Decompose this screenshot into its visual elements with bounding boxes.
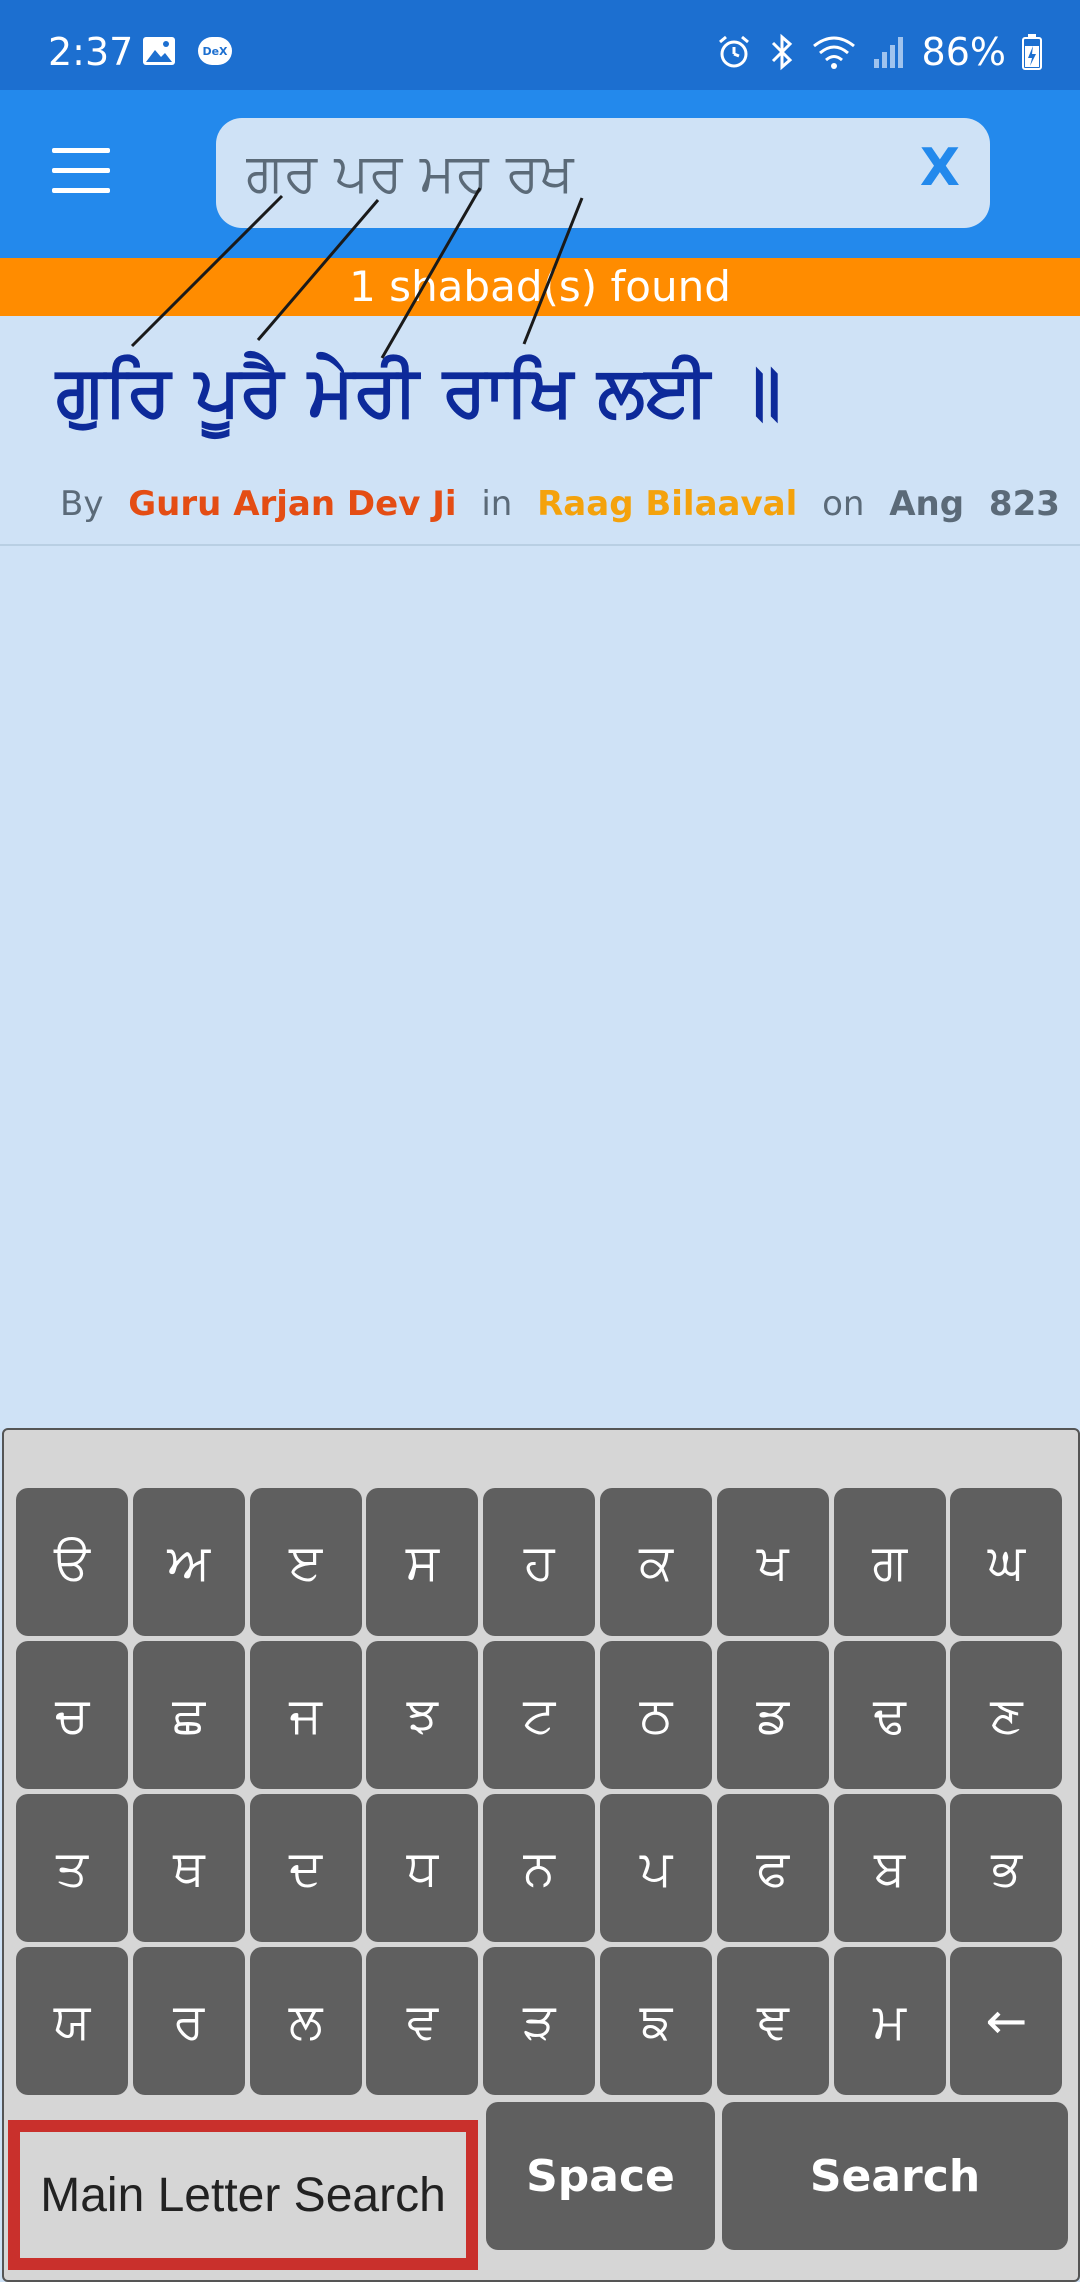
shabad-meta: By Guru Arjan Dev Ji in Raag Bilaaval on… bbox=[60, 484, 1074, 524]
letter-key[interactable]: ਧ bbox=[366, 1794, 479, 1942]
bluetooth-icon bbox=[771, 33, 792, 71]
letter-key[interactable]: ਰ bbox=[132, 1947, 245, 2095]
hamburger-menu-icon[interactable] bbox=[52, 148, 112, 194]
letter-key[interactable]: ਲ bbox=[249, 1947, 362, 2095]
letter-key[interactable]: ਵ bbox=[366, 1947, 479, 2095]
letter-key[interactable]: ਛ bbox=[132, 1641, 245, 1789]
search-input[interactable] bbox=[244, 128, 888, 218]
letter-key[interactable]: ਚ bbox=[16, 1641, 128, 1789]
raag-name: Raag Bilaaval bbox=[537, 484, 798, 524]
letter-key[interactable]: ਡ bbox=[716, 1641, 829, 1789]
letter-key[interactable]: ਥ bbox=[132, 1794, 245, 1942]
shabad-result[interactable]: ਗੁਰਿ ਪੂਰੈ ਮੇਰੀ ਰਾਖਿ ਲਈ ॥ By Guru Arjan D… bbox=[0, 316, 1080, 546]
app-header: X bbox=[0, 90, 1080, 258]
letter-key[interactable]: ਕ bbox=[600, 1488, 712, 1636]
search-key[interactable]: Search bbox=[722, 2102, 1068, 2250]
by-label: By bbox=[60, 484, 104, 524]
letter-key[interactable]: ਜ bbox=[249, 1641, 362, 1789]
letter-key[interactable]: ਣ bbox=[950, 1641, 1063, 1789]
letter-key[interactable]: ਝ bbox=[366, 1641, 479, 1789]
letter-key[interactable]: ਯ bbox=[16, 1947, 128, 2095]
letter-key[interactable]: ਅ bbox=[132, 1488, 245, 1636]
letter-key[interactable]: ਢ bbox=[833, 1641, 946, 1789]
gurmukhi-keyboard: Main Letter Search Space Search ੳਅੲਸਹਕਖਗ… bbox=[2, 1428, 1080, 2282]
letter-key[interactable]: ਹ bbox=[483, 1488, 596, 1636]
ang-label: Ang bbox=[889, 484, 965, 524]
letter-key[interactable]: ਖ bbox=[716, 1488, 829, 1636]
in-label: in bbox=[481, 484, 513, 524]
letter-key[interactable]: ਫ bbox=[716, 1794, 829, 1942]
backspace-key[interactable]: ← bbox=[950, 1947, 1063, 2095]
letter-key[interactable]: ਭ bbox=[950, 1794, 1063, 1942]
letter-key[interactable]: ਟ bbox=[483, 1641, 596, 1789]
ang-number: 823 bbox=[988, 484, 1060, 524]
on-label: on bbox=[822, 484, 865, 524]
results-count-banner: 1 shabad(s) found bbox=[0, 258, 1080, 316]
letter-key[interactable]: ਞ bbox=[716, 1947, 829, 2095]
main-letter-search-label: Main Letter Search bbox=[20, 2132, 466, 2258]
space-key[interactable]: Space bbox=[486, 2102, 715, 2250]
image-icon bbox=[143, 37, 175, 65]
wifi-icon bbox=[812, 36, 855, 69]
search-box: X bbox=[216, 118, 990, 228]
letter-key[interactable]: ਸ bbox=[366, 1488, 479, 1636]
letter-key[interactable]: ਬ bbox=[833, 1794, 946, 1942]
letter-key[interactable]: ੜ bbox=[483, 1947, 596, 2095]
dex-icon: DeX bbox=[198, 37, 232, 65]
letter-key[interactable]: ਦ bbox=[249, 1794, 362, 1942]
letter-key[interactable]: ਤ bbox=[16, 1794, 128, 1942]
signal-icon bbox=[873, 37, 903, 68]
letter-key[interactable]: ਙ bbox=[600, 1947, 712, 2095]
letter-key[interactable]: ੳ bbox=[16, 1488, 128, 1636]
letter-key[interactable]: ਮ bbox=[833, 1947, 946, 2095]
letter-key[interactable]: ਗ bbox=[833, 1488, 946, 1636]
shabad-line: ਗੁਰਿ ਪੂਰੈ ਮੇਰੀ ਰਾਖਿ ਲਈ ॥ bbox=[56, 350, 782, 432]
alarm-icon bbox=[718, 35, 749, 68]
status-bar: 2:37 DeX 86% bbox=[0, 0, 1080, 90]
battery-percent: 86% bbox=[921, 30, 1006, 74]
main-letter-search-button[interactable]: Main Letter Search bbox=[8, 2120, 478, 2270]
letter-key[interactable]: ਪ bbox=[600, 1794, 712, 1942]
clear-search-button[interactable]: X bbox=[920, 138, 960, 198]
status-time: 2:37 bbox=[48, 30, 134, 74]
letter-key[interactable]: ੲ bbox=[249, 1488, 362, 1636]
battery-icon bbox=[1022, 34, 1042, 70]
letter-key[interactable]: ਨ bbox=[483, 1794, 596, 1942]
letter-key[interactable]: ਘ bbox=[950, 1488, 1063, 1636]
letter-key[interactable]: ਠ bbox=[600, 1641, 712, 1789]
author-name: Guru Arjan Dev Ji bbox=[128, 484, 457, 524]
